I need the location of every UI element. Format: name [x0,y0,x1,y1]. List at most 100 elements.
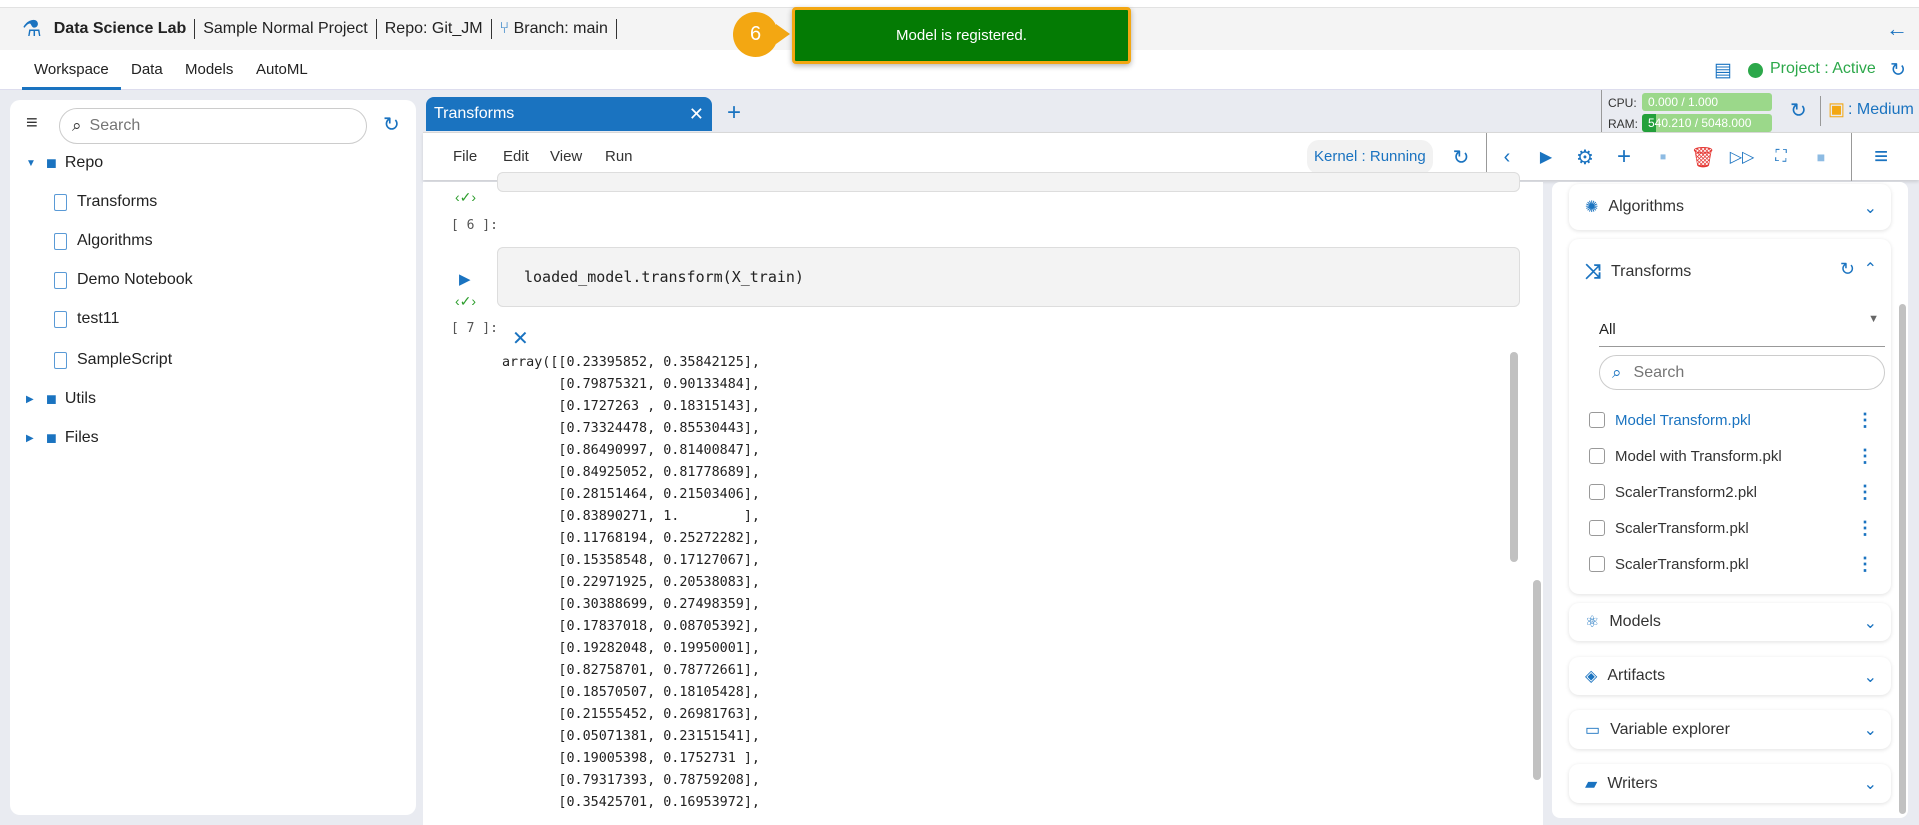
branch-label: Branch: main [513,20,608,37]
cell-7-input[interactable]: loaded_model.transform(X_train) [497,247,1520,307]
transform-search[interactable]: ⌕ [1599,355,1885,390]
tab-workspace[interactable]: Workspace [22,50,121,90]
checkbox[interactable] [1589,448,1605,464]
section-models[interactable]: ⚛ Models ⌄ [1569,603,1891,641]
close-icon[interactable]: ✕ [689,104,704,125]
caret-right-icon[interactable]: ▶ [26,394,46,405]
search-input[interactable] [89,117,330,135]
notebook-scrollbar[interactable] [1533,580,1541,780]
repo-name[interactable]: Repo: Git_JM [377,19,492,39]
chevron-down-icon[interactable]: ⌄ [1864,774,1877,794]
app-title: Data Science Lab [46,19,196,39]
compute-size[interactable]: : Medium [1848,101,1914,119]
refresh-icon[interactable]: ↻ [1890,59,1906,82]
chevron-down-icon[interactable]: ⌄ [1864,198,1877,218]
chevron-down-icon[interactable]: ⌄ [1864,720,1877,740]
notebook-list-icon[interactable]: ▤ [1714,59,1732,82]
checkbox[interactable] [1589,412,1605,428]
transform-item[interactable]: ScalerTransform2.pkl ⋮ [1589,480,1874,504]
transform-item[interactable]: Model with Transform.pkl ⋮ [1589,444,1874,468]
add-tab-icon[interactable]: + [727,99,741,127]
divider [1820,96,1821,126]
output-scrollbar[interactable] [1510,352,1518,562]
filter-select[interactable]: All ▼ [1599,307,1885,347]
tab-data[interactable]: Data [131,50,163,90]
checkbox[interactable] [1589,520,1605,536]
tree-item[interactable]: Algorithms [54,227,153,255]
resource-monitor: CPU: 0.000 / 1.000 RAM: 540.210 / 5048.0… [1601,90,1919,132]
gear-icon[interactable]: ⚙ [1573,145,1597,169]
clear-output-icon[interactable]: ✕ [512,326,529,351]
refresh-icon[interactable]: ↻ [383,112,400,137]
more-options-icon[interactable]: ⋮ [1856,554,1874,575]
tab-models[interactable]: Models [185,50,233,90]
refresh-icon[interactable]: ↻ [1840,259,1855,280]
output-line: [0.19005398, 0.1752731 ], [502,751,760,766]
hamburger-icon[interactable]: ≡ [1869,143,1893,170]
transform-item[interactable]: Model Transform.pkl ⋮ [1589,408,1874,432]
section-variable-explorer[interactable]: ▭ Variable explorer ⌄ [1569,710,1891,749]
fullscreen-icon[interactable]: ⛶ [1769,145,1793,169]
output-line: [0.73324478, 0.85530443], [502,421,760,436]
tree-item[interactable]: Demo Notebook [54,266,193,294]
tab-label: Transforms [434,105,515,122]
back-arrow-icon[interactable]: ← [1886,16,1908,42]
tree-item[interactable]: Transforms [54,188,157,216]
search-input[interactable] [1633,363,1854,382]
checkbox[interactable] [1589,484,1605,500]
checkbox[interactable] [1589,556,1605,572]
cpu-bar: 0.000 / 1.000 [1642,93,1772,111]
right-panel-scrollbar[interactable] [1899,304,1906,814]
tree-item-label: Utils [64,390,96,407]
chevron-down-icon[interactable]: ⌄ [1864,613,1877,633]
cell-6-input[interactable] [497,172,1520,192]
right-panel: ✺ Algorithms ⌄ ⤨ Transforms ↻ ⌃ All ▼ ⌕ Mo… [1552,182,1908,820]
menu-file[interactable]: File [453,133,477,181]
ram-value: 540.210 / 5048.000 [1648,116,1752,130]
tree-item[interactable]: ▶ ■ Files [26,424,99,452]
search-field[interactable]: ⌕ [59,108,367,144]
save-icon[interactable]: ▪ [1651,145,1675,169]
output-line: [0.82758701, 0.78772661], [502,663,760,678]
tree-item[interactable]: test11 [54,305,119,333]
restart-kernel-icon[interactable]: ↻ [1449,145,1473,169]
transform-item[interactable]: ScalerTransform.pkl ⋮ [1589,552,1874,576]
stop-icon[interactable]: ■ [1809,145,1833,169]
section-algorithms[interactable]: ✺ Algorithms ⌄ [1569,184,1891,230]
add-cell-icon[interactable]: + [1612,143,1636,170]
chevron-up-icon[interactable]: ⌃ [1864,259,1877,279]
run-all-icon[interactable]: ▷▷ [1730,145,1755,169]
hamburger-icon[interactable]: ≡ [26,112,38,135]
caret-right-icon[interactable]: ▶ [26,433,46,444]
tree-item[interactable]: SampleScript [54,346,172,374]
transform-item[interactable]: ScalerTransform.pkl ⋮ [1589,516,1874,540]
run-cell-icon[interactable]: ▶ [1534,145,1558,169]
more-options-icon[interactable]: ⋮ [1856,410,1874,431]
folder-icon: ■ [46,427,57,448]
output-line: [0.11768194, 0.25272282], [502,531,760,546]
project-name[interactable]: Sample Normal Project [195,19,377,39]
success-check-icon: ‹✓› [455,293,477,309]
tree-item-label: Transforms [77,193,158,210]
caret-down-icon[interactable]: ▼ [26,158,46,169]
delete-icon[interactable]: 🗑 [1690,145,1715,169]
tree-item[interactable]: ▶ ■ Utils [26,385,96,413]
more-options-icon[interactable]: ⋮ [1856,518,1874,539]
more-options-icon[interactable]: ⋮ [1856,482,1874,503]
chevron-down-icon[interactable]: ⌄ [1864,667,1877,687]
previous-icon[interactable]: ‹ [1495,145,1519,169]
tree-item-label: Algorithms [77,232,153,249]
output-line: [0.22971925, 0.20538083], [502,575,760,590]
section-writers[interactable]: ▰ Writers ⌄ [1569,764,1891,803]
tree-item[interactable]: ▼ ■ Repo [26,149,103,177]
branch-name[interactable]: ⑂ Branch: main [492,19,617,39]
tab-automl[interactable]: AutoML [256,50,308,90]
cpu-label: CPU: [1608,96,1637,110]
tab-transforms[interactable]: Transforms ✕ [426,97,712,131]
run-cell-icon[interactable]: ▶ [459,270,471,288]
section-artifacts[interactable]: ◈ Artifacts ⌄ [1569,657,1891,695]
more-options-icon[interactable]: ⋮ [1856,446,1874,467]
variable-icon: ▭ [1585,721,1601,739]
refresh-icon[interactable]: ↻ [1790,98,1807,123]
lab-logo-icon: ⚗ [22,16,42,41]
